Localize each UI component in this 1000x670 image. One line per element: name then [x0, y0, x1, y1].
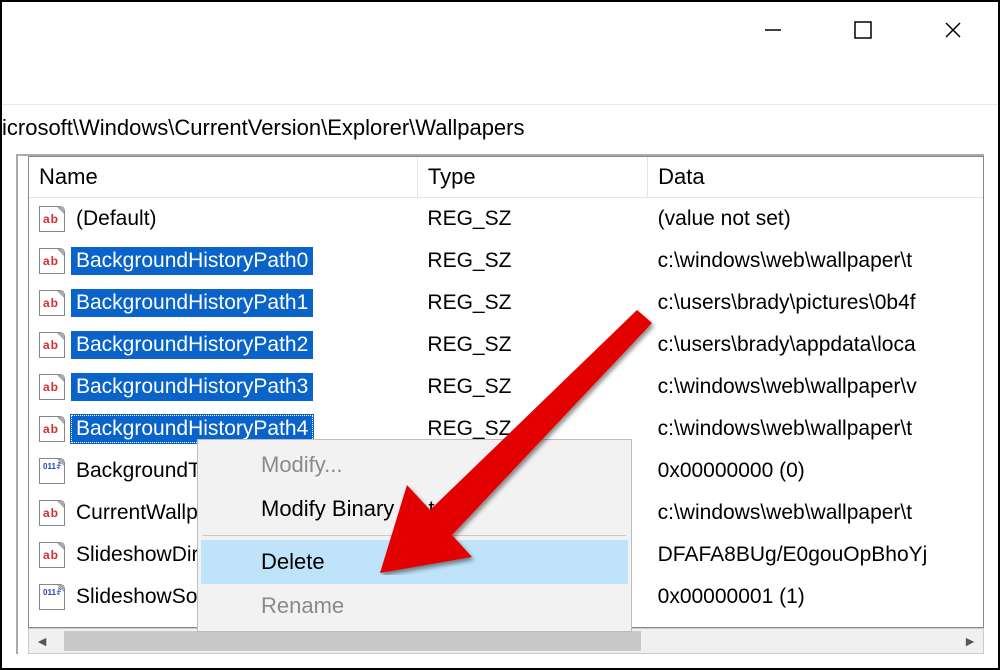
value-name: BackgroundHistoryPath0	[71, 247, 313, 275]
address-bar[interactable]: icrosoft\Windows\CurrentVersion\Explorer…	[2, 104, 998, 151]
menu-item-delete[interactable]: Delete	[201, 540, 628, 584]
maximize-button[interactable]	[818, 2, 908, 57]
value-data: 0x00000001 (1)	[648, 576, 984, 618]
column-data[interactable]: Data	[648, 157, 984, 198]
value-name: BackgroundT	[71, 457, 206, 485]
scroll-track[interactable]	[55, 629, 957, 653]
value-data: 0x00000000 (0)	[648, 450, 984, 492]
menu-strip	[2, 62, 998, 104]
value-data: c:\windows\web\wallpaper\t	[648, 408, 984, 450]
value-type: REG_SZ	[417, 198, 647, 241]
value-name: BackgroundHistoryPath2	[71, 331, 313, 359]
menu-item-modify-binary[interactable]: Modify Binary Data...	[201, 487, 628, 531]
scroll-left-button[interactable]: ◄	[29, 629, 55, 653]
value-type: REG_SZ	[417, 240, 647, 282]
string-value-icon	[39, 416, 65, 442]
menu-separator	[203, 535, 626, 536]
close-button[interactable]	[908, 2, 998, 57]
value-name: (Default)	[71, 205, 162, 233]
string-value-icon	[39, 290, 65, 316]
column-name[interactable]: Name	[29, 157, 417, 198]
value-data: (value not set)	[648, 198, 984, 241]
scroll-right-button[interactable]: ►	[957, 629, 983, 653]
string-value-icon	[39, 332, 65, 358]
table-row[interactable]: BackgroundHistoryPath0 REG_SZc:\windows\w…	[29, 240, 984, 282]
context-menu: Modify... Modify Binary Data... Delete R…	[197, 439, 632, 632]
value-type: REG_SZ	[417, 324, 647, 366]
string-value-icon	[39, 206, 65, 232]
close-icon	[943, 20, 963, 40]
value-name: SlideshowDir	[71, 541, 204, 569]
scroll-thumb[interactable]	[64, 631, 641, 651]
value-name: BackgroundHistoryPath3	[71, 373, 313, 401]
table-row[interactable]: BackgroundHistoryPath2 REG_SZc:\users\bra…	[29, 324, 984, 366]
minimize-button[interactable]	[728, 2, 818, 57]
column-headers[interactable]: Name Type Data	[29, 157, 984, 198]
menu-item-rename[interactable]: Rename	[201, 584, 628, 628]
column-type[interactable]: Type	[417, 157, 647, 198]
value-data: c:\windows\web\wallpaper\v	[648, 366, 984, 408]
value-data: DFAFA8BUg/E0gouOpBhoYj	[648, 534, 984, 576]
minimize-icon	[763, 20, 783, 40]
value-data: c:\windows\web\wallpaper\t	[648, 492, 984, 534]
window-titlebar	[2, 2, 998, 62]
string-value-icon	[39, 542, 65, 568]
table-row[interactable]: BackgroundHistoryPath3 REG_SZc:\windows\w…	[29, 366, 984, 408]
value-data: c:\windows\web\wallpaper\t	[648, 240, 984, 282]
value-data: c:\users\brady\pictures\0b4f	[648, 282, 984, 324]
table-row[interactable]: (Default) REG_SZ(value not set)	[29, 198, 984, 241]
value-type: REG_SZ	[417, 366, 647, 408]
table-row[interactable]: BackgroundHistoryPath1 REG_SZc:\users\bra…	[29, 282, 984, 324]
value-name: SlideshowSo	[71, 583, 202, 611]
binary-value-icon	[39, 458, 65, 484]
menu-item-modify[interactable]: Modify...	[201, 443, 628, 487]
string-value-icon	[39, 374, 65, 400]
value-name: CurrentWallp	[71, 499, 203, 527]
value-data: c:\users\brady\appdata\loca	[648, 324, 984, 366]
binary-value-icon	[39, 584, 65, 610]
value-name: BackgroundHistoryPath1	[71, 289, 313, 317]
string-value-icon	[39, 500, 65, 526]
string-value-icon	[39, 248, 65, 274]
maximize-icon	[853, 20, 873, 40]
value-type: REG_SZ	[417, 282, 647, 324]
